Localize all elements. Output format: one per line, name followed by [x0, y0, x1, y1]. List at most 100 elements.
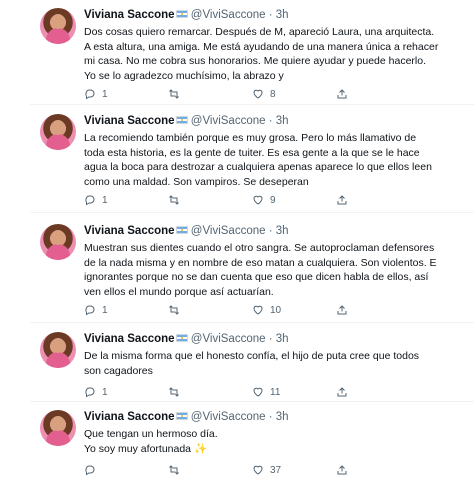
author-handle[interactable]: @ViviSaccone [191, 411, 266, 423]
divider [30, 322, 474, 323]
divider [30, 401, 474, 402]
like-count: 37 [270, 464, 282, 476]
timestamp[interactable]: 3h [276, 115, 289, 127]
timestamp[interactable]: 3h [276, 225, 289, 237]
tweet-line: agua la boca para destrozar a cualquiera… [84, 161, 432, 174]
retweet-button[interactable] [168, 88, 186, 100]
separator: · [268, 333, 273, 345]
tweet-line: de la nada misma y en nombre de eso mata… [84, 256, 437, 269]
argentina-flag-icon [175, 334, 188, 342]
tweet-line: como una maldad. Son vampiros. Se desepe… [84, 175, 309, 188]
tweet-header: Viviana Saccone @ViviSaccone · 3h [84, 224, 289, 238]
tweet-text: Que tengan un hermoso día. Yo soy muy af… [84, 427, 454, 456]
tweet-header: Viviana Saccone @ViviSaccone · 3h [84, 332, 289, 346]
tweet-line: son cagadores [84, 364, 153, 377]
like-button[interactable]: 9 [252, 194, 276, 206]
divider [30, 212, 474, 213]
timestamp[interactable]: 3h [276, 333, 289, 345]
reply-count: 1 [102, 386, 108, 398]
tweet-actions: 37 [84, 464, 347, 478]
share-button[interactable] [336, 194, 348, 206]
heart-icon [253, 89, 263, 99]
tweet-line: Dos cosas quiero remarcar. Después de M,… [84, 26, 435, 38]
tweet-actions: 1 9 [84, 194, 347, 208]
like-button[interactable]: 37 [252, 464, 281, 476]
tweet-header: Viviana Saccone @ViviSaccone · 3h [84, 8, 289, 22]
tweet-line: Que tengan un hermoso día. [84, 428, 218, 440]
reply-count: 1 [102, 304, 108, 316]
author-handle[interactable]: @ViviSaccone [191, 225, 266, 237]
argentina-flag-icon [175, 226, 188, 234]
like-button[interactable]: 8 [252, 88, 276, 100]
tweet-line: De la misma forma que el honesto confía,… [84, 350, 420, 362]
argentina-flag-icon [175, 116, 188, 124]
reply-button[interactable]: 1 [84, 88, 108, 100]
like-count: 9 [270, 194, 276, 206]
share-button[interactable] [336, 386, 348, 398]
tweet-actions: 1 10 [84, 304, 347, 318]
sparkles-emoji: ✨ [193, 442, 208, 455]
reply-icon [85, 465, 95, 476]
tweet-line: ignorantes porque no se dan cuenta que e… [84, 271, 429, 284]
like-button[interactable]: 11 [252, 386, 280, 398]
retweet-button[interactable] [168, 386, 186, 398]
avatar[interactable] [40, 114, 76, 150]
author-handle[interactable]: @ViviSaccone [191, 333, 266, 345]
author-name[interactable]: Viviana Saccone [84, 9, 175, 21]
author-handle[interactable]: @ViviSaccone [191, 9, 266, 21]
reply-button[interactable]: 1 [84, 304, 108, 316]
reply-button[interactable] [84, 464, 102, 476]
separator: · [268, 411, 273, 423]
avatar[interactable] [40, 410, 76, 446]
avatar[interactable] [40, 224, 76, 260]
retweet-button[interactable] [168, 194, 186, 206]
share-icon [337, 195, 347, 205]
avatar[interactable] [40, 8, 76, 44]
argentina-flag-icon [175, 412, 188, 420]
tweet-line: La recomiendo también porque es muy gros… [84, 132, 417, 144]
share-button[interactable] [336, 304, 348, 316]
author-name[interactable]: Viviana Saccone [84, 411, 175, 423]
author-handle[interactable]: @ViviSaccone [191, 115, 266, 127]
reply-icon [85, 305, 95, 316]
like-count: 11 [270, 386, 281, 398]
heart-icon [253, 195, 263, 205]
share-button[interactable] [336, 464, 348, 476]
tweet-header: Viviana Saccone @ViviSaccone · 3h [84, 114, 289, 128]
retweet-icon [169, 465, 179, 475]
separator: · [268, 115, 273, 127]
avatar[interactable] [40, 332, 76, 368]
share-icon [337, 387, 347, 397]
tweet-line: Yo se lo agradezco muchísimo, la abrazo … [84, 69, 284, 82]
separator: · [268, 225, 273, 237]
retweet-icon [169, 195, 179, 205]
retweet-button[interactable] [168, 304, 186, 316]
tweet-line: A esta altura, una amiga. Me está ayudan… [84, 40, 439, 53]
tweet-text: La recomiendo también porque es muy gros… [84, 131, 454, 189]
tweet-line: mi casa. No me cobra sus honorarios. Me … [84, 55, 427, 68]
share-button[interactable] [336, 88, 348, 100]
like-count: 10 [270, 304, 282, 316]
timestamp[interactable]: 3h [276, 411, 289, 423]
reply-icon [85, 89, 95, 100]
reply-icon [85, 195, 95, 206]
author-name[interactable]: Viviana Saccone [84, 225, 175, 237]
like-count: 8 [270, 88, 276, 100]
reply-button[interactable]: 1 [84, 194, 108, 206]
share-icon [337, 305, 347, 315]
author-name[interactable]: Viviana Saccone [84, 333, 175, 345]
tweet-header: Viviana Saccone @ViviSaccone · 3h [84, 410, 289, 424]
tweet-actions: 1 11 [84, 386, 347, 400]
reply-button[interactable]: 1 [84, 386, 108, 398]
share-icon [337, 89, 347, 99]
tweet-actions: 1 8 [84, 88, 347, 102]
like-button[interactable]: 10 [252, 304, 281, 316]
timestamp[interactable]: 3h [276, 9, 289, 21]
retweet-button[interactable] [168, 464, 186, 476]
tweet-line: Yo soy muy afortunada ✨ [84, 442, 454, 457]
author-name[interactable]: Viviana Saccone [84, 115, 175, 127]
reply-icon [85, 387, 95, 398]
divider [30, 104, 474, 105]
retweet-icon [169, 89, 179, 99]
share-icon [337, 465, 347, 475]
